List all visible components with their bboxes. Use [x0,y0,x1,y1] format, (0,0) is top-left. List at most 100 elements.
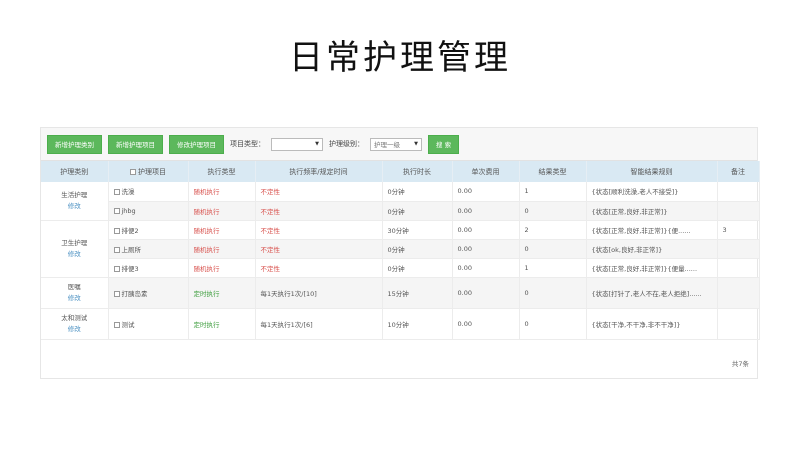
nursing-panel: 新增护理类别 新增护理项目 修改护理项目 项目类型： ▼ 护理级别： 护理一级 … [40,127,760,379]
row-checkbox[interactable] [113,246,120,253]
note-cell: 3 [717,220,760,240]
category-label: 生活护理 [61,190,88,199]
result-type-cell: 0 [519,277,587,309]
item-cell: 洗澡 [108,182,189,202]
table-row[interactable]: 排便3 随机执行 不定性 0分钟 0.00 1 {状态[正常,良好,非正常]}{… [41,258,760,278]
row-checkbox[interactable] [113,265,120,272]
note-cell [717,277,760,309]
edit-link[interactable]: 修改 [46,324,103,335]
col-duration: 执行时长 [382,161,453,182]
rule-cell: {状态[正常,良好,非正常]}{便量...... [586,258,718,278]
table-row[interactable]: jhbg 随机执行 不定性 0分钟 0.00 0 {状态[正常,良好,非正常]} [41,201,760,221]
duration-cell: 0分钟 [382,182,453,202]
item-type-select[interactable]: ▼ [271,137,323,151]
nursing-level-value: 护理一级 [374,141,400,149]
result-type-cell: 0 [519,201,587,221]
col-item: 护理项目 [108,161,189,182]
item-type-label: 项目类型： [230,140,265,148]
frequency-cell: 每1天执行1次/[6] [255,308,383,340]
category-cell: 生活护理 修改 [41,182,109,221]
table-row[interactable]: 上厕所 随机执行 不定性 0分钟 0.00 0 {状态[ok,良好,非正常]} [41,239,760,259]
duration-cell: 10分钟 [382,308,453,340]
fee-cell: 0.00 [452,201,520,221]
col-fee: 单次费用 [452,161,520,182]
result-type-cell: 0 [519,308,587,340]
note-cell [717,258,760,278]
frequency-cell: 不定性 [255,258,383,278]
edit-item-button[interactable]: 修改护理项目 [169,134,224,154]
table-row[interactable]: 医嘱 修改 打胰岛素 定时执行 每1天执行1次/[10] 15分钟 0.00 0… [41,277,760,309]
note-cell [717,308,760,340]
table-row[interactable]: 卫生护理 修改 排便2 随机执行 不定性 30分钟 0.00 2 {状态[正常,… [41,220,760,278]
edit-link[interactable]: 修改 [46,293,103,304]
edit-link[interactable]: 修改 [46,201,103,212]
duration-cell: 30分钟 [382,220,453,240]
row-checkbox[interactable] [113,189,120,196]
table-header-row: 护理类别 护理项目 执行类型 执行频率/规定时间 执行时长 单次费用 结果类型 … [41,161,760,182]
chevron-down-icon: ▼ [414,141,418,147]
frequency-cell: 不定性 [255,239,383,259]
note-cell [717,201,760,221]
fee-cell: 0.00 [452,239,520,259]
col-exec-type: 执行类型 [188,161,256,182]
toolbar: 新增护理类别 新增护理项目 修改护理项目 项目类型： ▼ 护理级别： 护理一级 … [41,128,757,161]
item-cell: 打胰岛素 [108,277,189,309]
frequency-cell: 不定性 [255,182,383,202]
frequency-cell: 不定性 [255,220,383,240]
note-cell [717,239,760,259]
rule-cell: {状态[ok,良好,非正常]} [586,239,718,259]
item-cell: 排便2 [108,220,189,240]
result-type-cell: 0 [519,239,587,259]
exec-type-cell: 随机执行 [188,201,256,221]
rule-cell: {状态[干净,不干净,非不干净]} [586,308,718,340]
rule-cell: {状态[顺利洗澡,老人不接受]} [586,182,718,202]
page-title: 日常护理管理 [289,38,511,78]
frequency-cell: 每1天执行1次/[10] [255,277,383,309]
edit-link[interactable]: 修改 [46,249,103,260]
category-cell: 太和测试 修改 [41,308,109,340]
row-checkbox[interactable] [113,207,120,214]
table-row[interactable]: 太和测试 修改 测试 定时执行 每1天执行1次/[6] 10分钟 0.00 0 … [41,308,760,340]
category-cell: 医嘱 修改 [41,277,109,309]
table-row[interactable]: 生活护理 修改 洗澡 随机执行 不定性 0分钟 0.00 1 {状态[顺利洗澡,… [41,182,760,221]
nursing-table: 护理类别 护理项目 执行类型 执行频率/规定时间 执行时长 单次费用 结果类型 … [41,161,760,340]
total-count: 共7条 [731,360,749,368]
item-cell: jhbg [108,201,189,221]
col-frequency: 执行频率/规定时间 [255,161,383,182]
item-cell: 排便3 [108,258,189,278]
result-type-cell: 1 [519,182,587,202]
result-type-cell: 2 [519,220,587,240]
row-checkbox[interactable] [113,321,120,328]
exec-type-cell: 定时执行 [188,308,256,340]
chevron-down-icon: ▼ [315,141,319,147]
category-label: 太和测试 [61,313,88,322]
result-type-cell: 1 [519,258,587,278]
new-category-button[interactable]: 新增护理类别 [47,134,102,154]
select-all-checkbox[interactable] [130,168,136,175]
category-cell: 卫生护理 修改 [41,220,109,278]
search-button[interactable]: 搜 索 [428,134,460,154]
row-checkbox[interactable] [113,290,120,297]
col-result-type: 结果类型 [519,161,587,182]
fee-cell: 0.00 [452,277,520,309]
exec-type-cell: 随机执行 [188,220,256,240]
rule-cell: {状态[打针了,老人不在,老人拒绝]...... [586,277,718,309]
note-cell [717,182,760,202]
category-label: 医嘱 [67,282,81,291]
frequency-cell: 不定性 [255,201,383,221]
category-label: 卫生护理 [61,238,88,247]
exec-type-cell: 随机执行 [188,258,256,278]
rule-cell: {状态[正常,良好,非正常]} [586,201,718,221]
nursing-level-label: 护理级别： [329,140,364,148]
new-item-button[interactable]: 新增护理项目 [108,134,163,154]
fee-cell: 0.00 [452,308,520,340]
fee-cell: 0.00 [452,220,520,240]
col-rule: 智能结果规则 [586,161,718,182]
item-cell: 测试 [108,308,189,340]
nursing-level-select[interactable]: 护理一级 ▼ [370,137,422,151]
item-cell: 上厕所 [108,239,189,259]
row-checkbox[interactable] [113,227,120,234]
duration-cell: 0分钟 [382,239,453,259]
col-category: 护理类别 [41,161,109,182]
exec-type-cell: 定时执行 [188,277,256,309]
